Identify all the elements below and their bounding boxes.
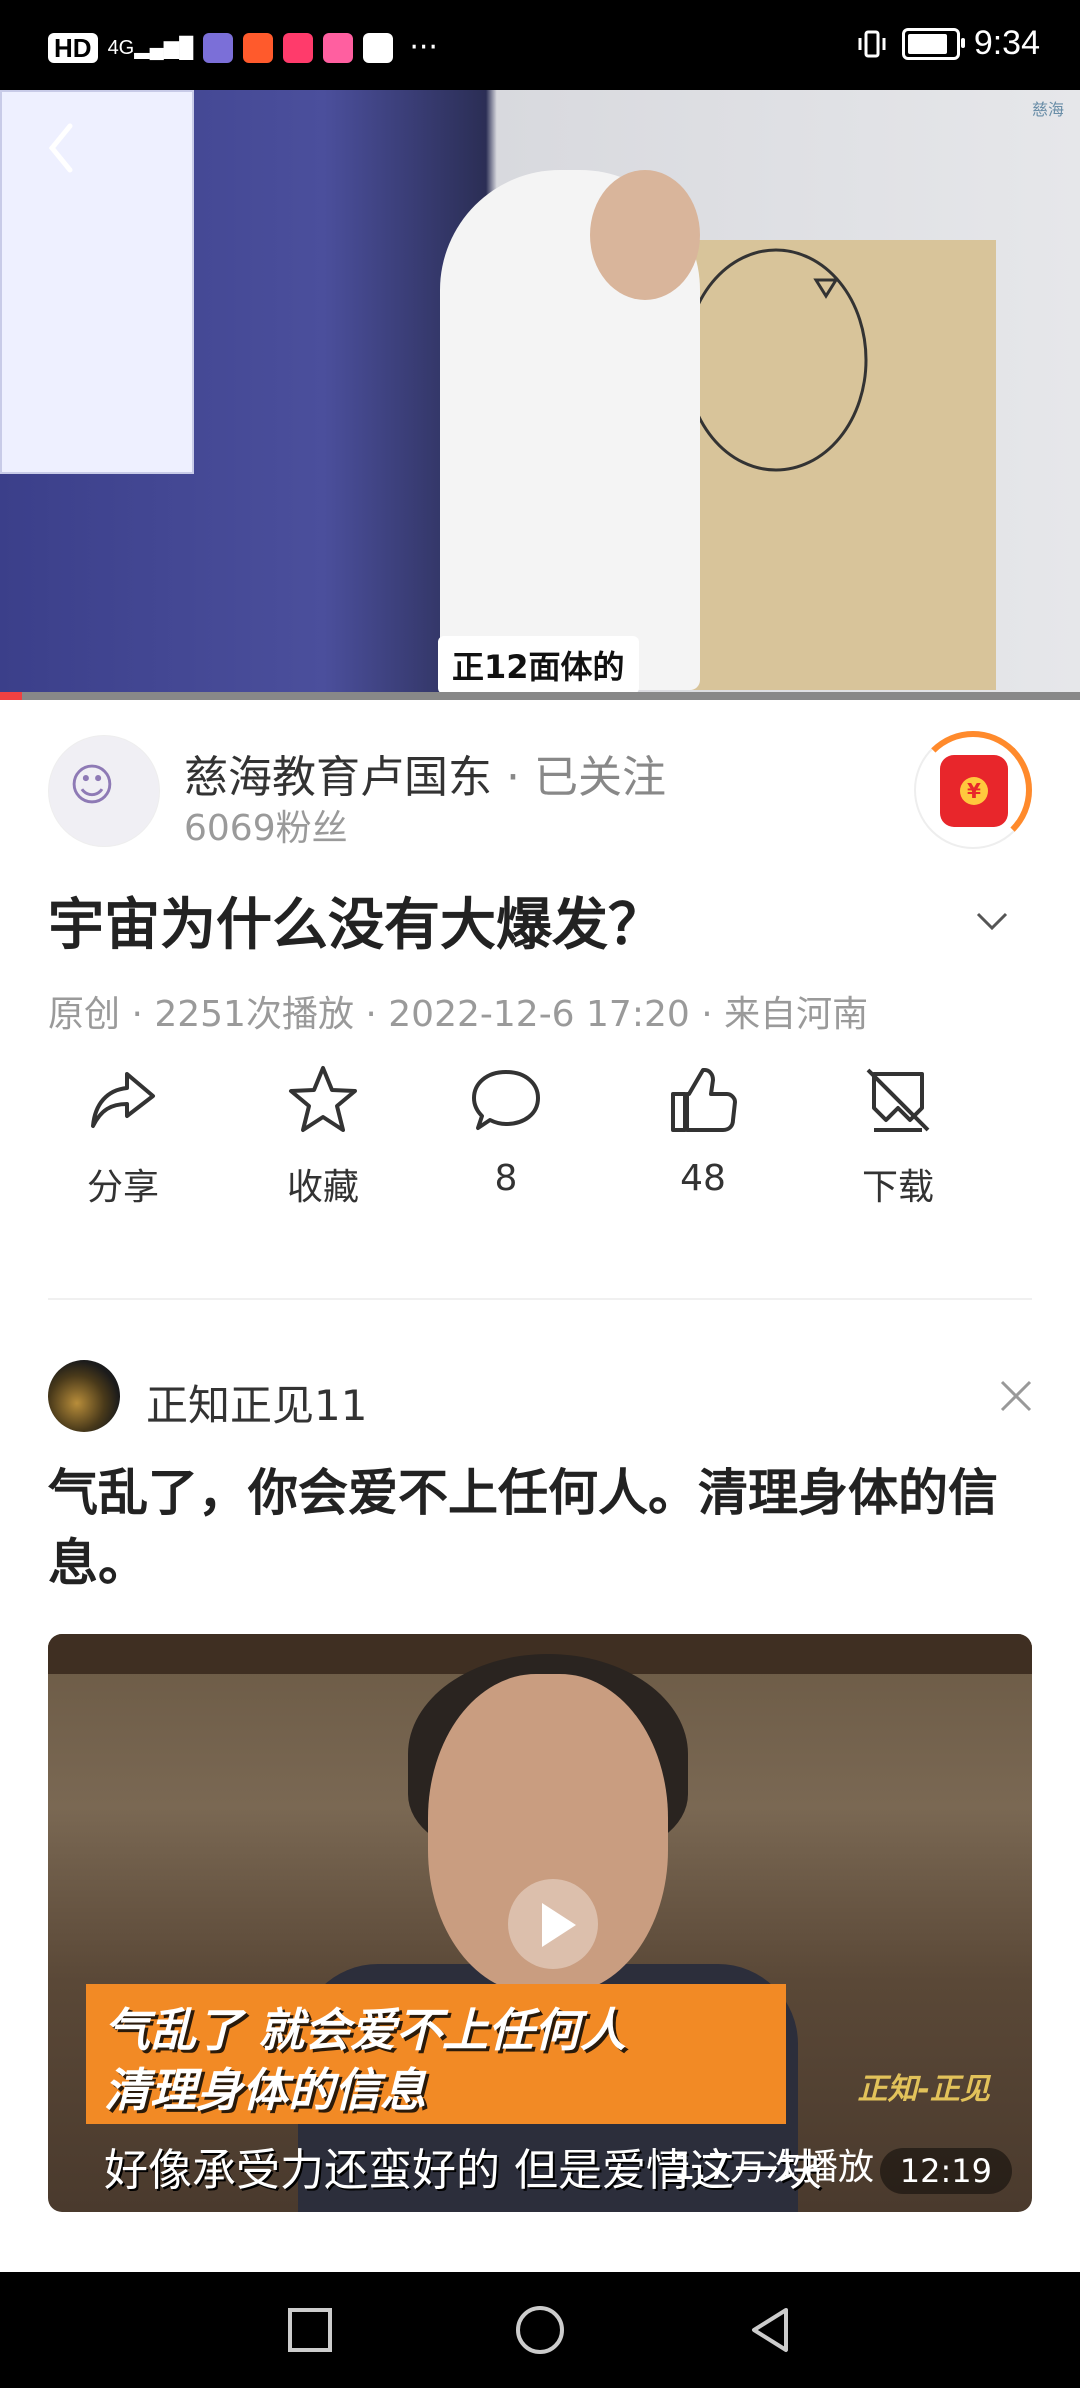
video-meta: 原创 · 2251次播放 · 2022-12-6 17:20 · 来自河南 bbox=[48, 994, 869, 1035]
video-progress-played bbox=[0, 692, 22, 700]
author-name: 慈海教育卢国东 bbox=[184, 752, 492, 803]
follow-status[interactable]: 已关注 bbox=[534, 752, 666, 803]
recents-icon[interactable] bbox=[282, 2302, 338, 2358]
presenter-head bbox=[590, 170, 700, 300]
status-time: 9:34 bbox=[973, 24, 1040, 62]
like-count: 48 bbox=[680, 1158, 726, 1199]
rec-author-name[interactable]: 正知正见11 bbox=[146, 1372, 367, 1433]
hd-badge: HD bbox=[48, 32, 98, 63]
video-player[interactable]: 慈海 正12面体的 bbox=[0, 90, 1080, 700]
easel-board bbox=[660, 240, 996, 690]
author-row: ☺ 慈海教育卢国东 · 已关注 6069粉丝 ¥ bbox=[48, 731, 1032, 849]
red-packet-button[interactable]: ¥ bbox=[914, 731, 1032, 849]
channel-watermark: 慈海 bbox=[1028, 96, 1068, 136]
like-button[interactable]: 48 bbox=[628, 1060, 778, 1199]
star-icon bbox=[289, 1066, 357, 1132]
board-drawing bbox=[684, 248, 868, 472]
section-divider bbox=[48, 1298, 1032, 1300]
video-subtitle: 正12面体的 bbox=[438, 636, 639, 694]
like-icon bbox=[671, 1068, 737, 1132]
signal-icon: 4G▂▄▆█ bbox=[107, 37, 194, 59]
download-icon bbox=[866, 1068, 930, 1132]
vibrate-icon bbox=[858, 30, 886, 57]
video-title: 宇宙为什么没有大爆发？ bbox=[48, 893, 664, 958]
back-nav-icon[interactable] bbox=[742, 2302, 798, 2358]
thumb-brand-watermark: 正知-正见 bbox=[857, 2072, 990, 2107]
comment-icon bbox=[472, 1070, 540, 1130]
rec-title[interactable]: 气乱了，你会爱不上任何人。清理身体的信息。 bbox=[48, 1458, 1032, 1598]
rec-video-thumbnail[interactable]: 气乱了 就会爱不上任何人 清理身体的信息 正知-正见 好像承受力还蛮好的 但是爱… bbox=[48, 1634, 1032, 2212]
share-icon bbox=[91, 1072, 155, 1128]
home-icon[interactable] bbox=[512, 2302, 568, 2358]
chevron-down-icon[interactable] bbox=[972, 900, 1012, 940]
more-notifications-icon: ··· bbox=[409, 30, 438, 65]
rec-author-avatar[interactable] bbox=[48, 1360, 120, 1432]
close-icon[interactable] bbox=[998, 1378, 1034, 1414]
download-label: 下载 bbox=[861, 1167, 934, 1208]
status-bar: HD 4G▂▄▆█ ··· 9:34 bbox=[0, 0, 1080, 90]
download-button[interactable]: 下载 bbox=[823, 1060, 973, 1210]
author-avatar[interactable]: ☺ bbox=[48, 735, 160, 847]
app-notification-icon bbox=[323, 32, 354, 63]
battery-icon bbox=[901, 27, 965, 60]
app-notification-icon bbox=[363, 32, 394, 63]
action-bar: 分享 收藏 8 48 下载 bbox=[48, 1060, 1032, 1220]
author-name-line[interactable]: 慈海教育卢国东 · 已关注 bbox=[184, 741, 666, 805]
avatar-logo: ☺ bbox=[69, 760, 115, 811]
play-count: 1.7万次播放 bbox=[672, 2147, 874, 2188]
app-notification-icon bbox=[283, 32, 314, 63]
comment-count: 8 bbox=[494, 1158, 518, 1199]
favorite-label: 收藏 bbox=[286, 1167, 359, 1208]
fan-count: 6069粉丝 bbox=[184, 808, 348, 849]
comment-button[interactable]: 8 bbox=[431, 1060, 581, 1199]
yuan-coin-icon: ¥ bbox=[960, 777, 988, 805]
share-label: 分享 bbox=[86, 1167, 159, 1208]
thumb-caption-line2: 清理身体的信息 bbox=[104, 2063, 426, 2117]
system-nav-bar bbox=[0, 2272, 1080, 2388]
app-notification-icon bbox=[243, 32, 274, 63]
play-icon[interactable] bbox=[508, 1879, 598, 1969]
favorite-button[interactable]: 收藏 bbox=[248, 1060, 398, 1210]
lecture-slide bbox=[0, 90, 194, 474]
video-progress-bar[interactable] bbox=[0, 692, 1080, 700]
thumb-caption-line1: 气乱了 就会爱不上任何人 bbox=[104, 2003, 627, 2057]
app-notification-icon bbox=[203, 32, 234, 63]
watermark-text: 慈海 bbox=[1031, 100, 1064, 119]
share-button[interactable]: 分享 bbox=[48, 1060, 198, 1210]
back-icon[interactable] bbox=[42, 118, 82, 178]
network-label: 4G bbox=[107, 37, 135, 59]
author-separator: · bbox=[492, 752, 534, 803]
video-duration: 12:19 bbox=[879, 2148, 1012, 2194]
